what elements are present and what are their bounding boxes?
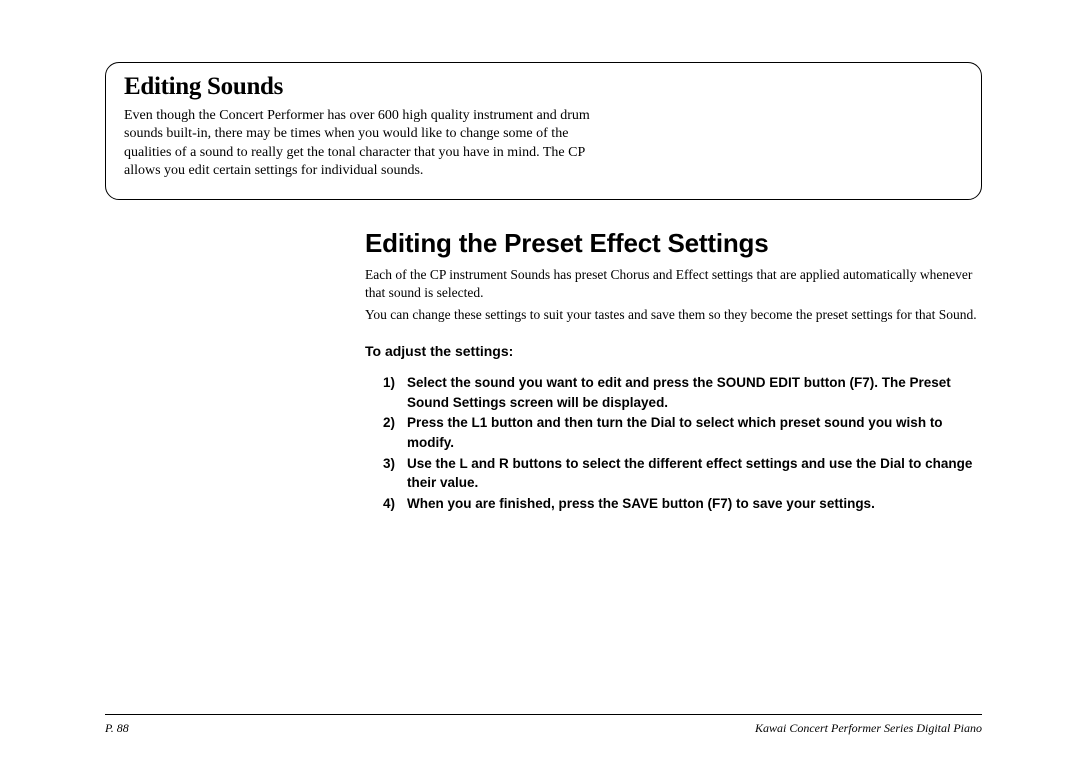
- page-container: Editing Sounds Even though the Concert P…: [0, 0, 1080, 513]
- intro-box-title: Editing Sounds: [124, 73, 963, 101]
- intro-box: Editing Sounds Even though the Concert P…: [105, 62, 982, 200]
- step-item: 1) Select the sound you want to edit and…: [383, 373, 978, 412]
- step-item: 2) Press the L1 button and then turn the…: [383, 413, 978, 452]
- sub-heading: To adjust the settings:: [365, 343, 978, 359]
- main-paragraph-2: You can change these settings to suit yo…: [365, 306, 978, 324]
- step-text: When you are finished, press the SAVE bu…: [407, 494, 978, 514]
- step-item: 4) When you are finished, press the SAVE…: [383, 494, 978, 514]
- step-number: 1): [383, 373, 407, 412]
- step-text: Press the L1 button and then turn the Di…: [407, 413, 978, 452]
- step-number: 4): [383, 494, 407, 514]
- main-heading: Editing the Preset Effect Settings: [365, 228, 978, 259]
- footer-page-number: P. 88: [105, 721, 129, 736]
- step-text: Use the L and R buttons to select the di…: [407, 454, 978, 493]
- step-text: Select the sound you want to edit and pr…: [407, 373, 978, 412]
- footer-book-title: Kawai Concert Performer Series Digital P…: [755, 721, 982, 736]
- steps-list: 1) Select the sound you want to edit and…: [365, 373, 978, 513]
- intro-box-body: Even though the Concert Performer has ov…: [124, 107, 594, 181]
- step-number: 2): [383, 413, 407, 452]
- page-footer: P. 88 Kawai Concert Performer Series Dig…: [105, 714, 982, 736]
- main-paragraph-1: Each of the CP instrument Sounds has pre…: [365, 266, 978, 302]
- main-section: Editing the Preset Effect Settings Each …: [105, 228, 982, 513]
- step-item: 3) Use the L and R buttons to select the…: [383, 454, 978, 493]
- step-number: 3): [383, 454, 407, 493]
